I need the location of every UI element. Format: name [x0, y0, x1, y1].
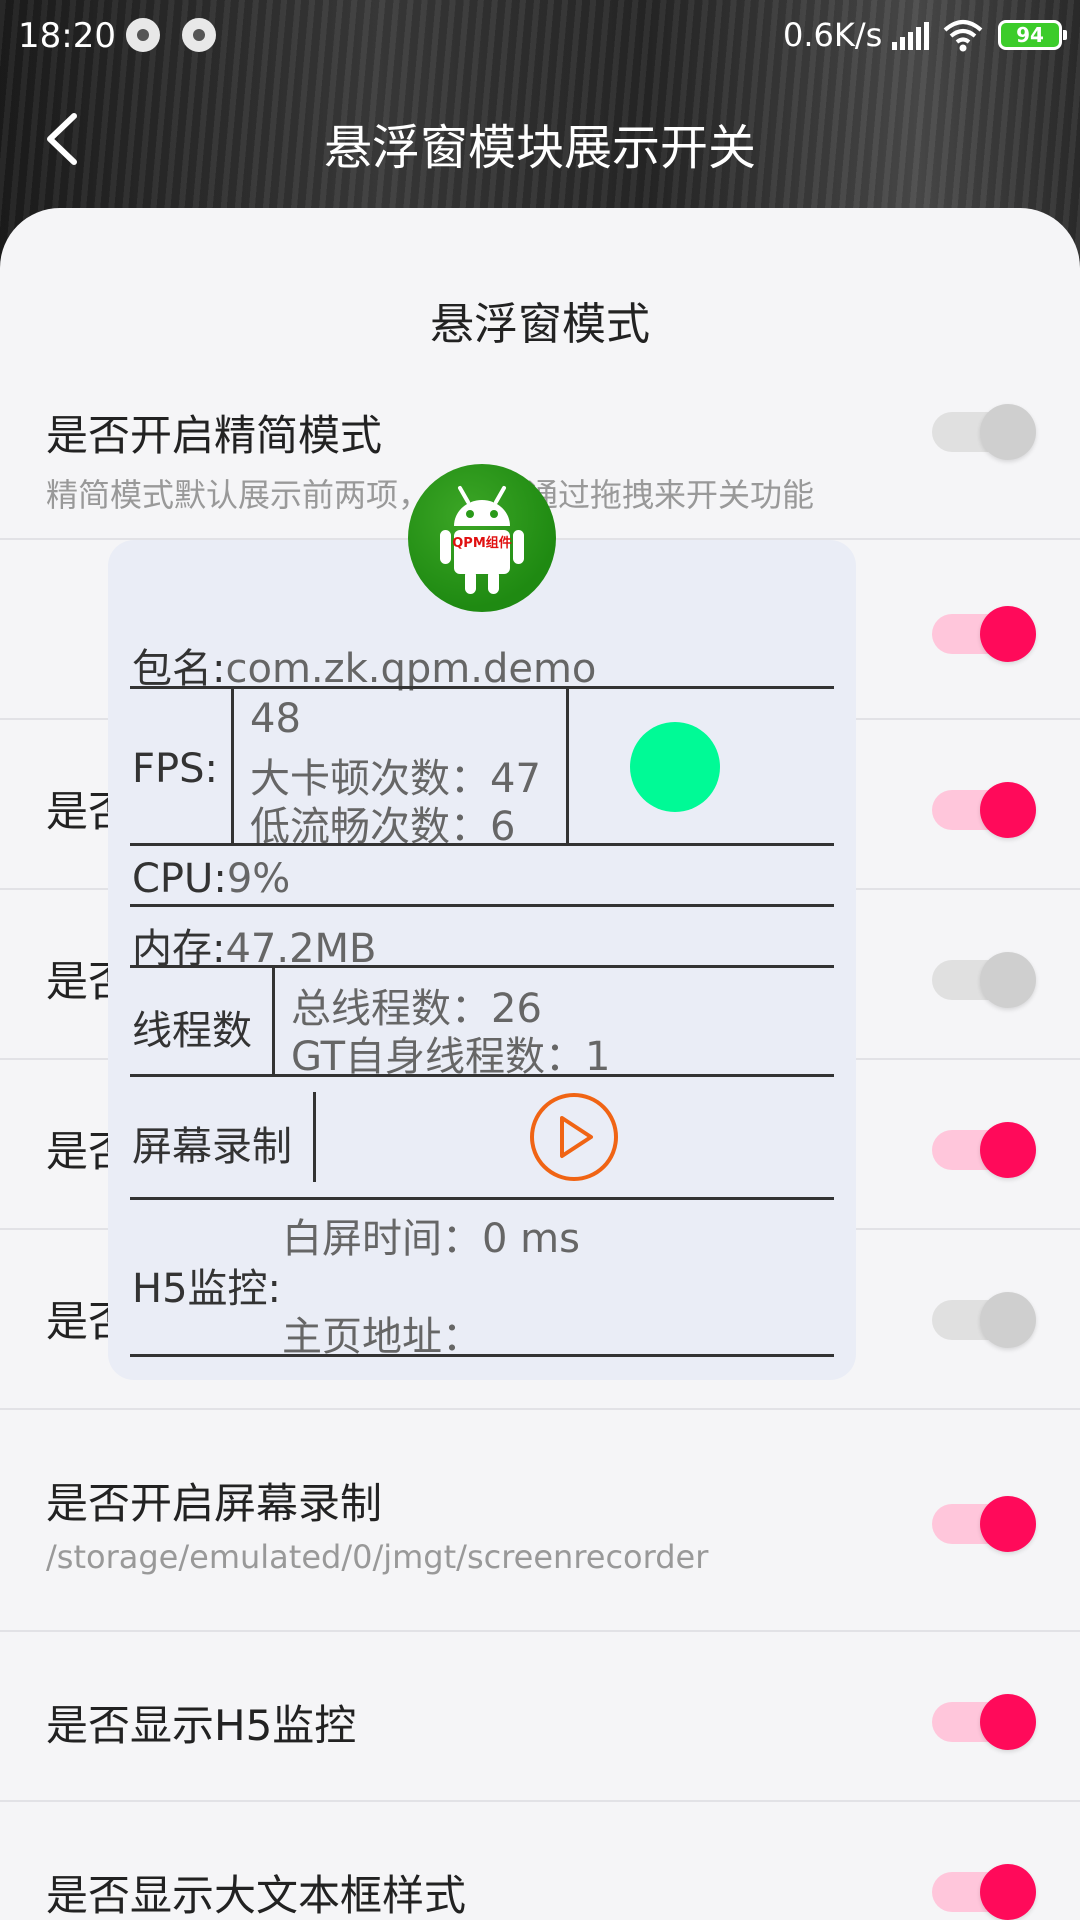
- toggle-thumb: [980, 404, 1036, 460]
- signal-icon: [892, 22, 929, 50]
- setting-row-screen-record[interactable]: 是否开启屏幕录制 /storage/emulated/0/jmgt/screen…: [0, 1410, 1080, 1632]
- android-logo-icon[interactable]: QPM组件: [408, 464, 556, 612]
- thread-label: 线程数: [132, 1008, 252, 1054]
- toggle-switch[interactable]: [932, 1488, 1036, 1552]
- wifi-icon: [943, 20, 983, 52]
- fps-status-indicator: [630, 722, 720, 812]
- divider: [231, 688, 234, 844]
- toggle-switch[interactable]: [932, 944, 1036, 1008]
- notification-icon: [126, 18, 160, 52]
- white-screen-value: 0 ms: [482, 1216, 580, 1262]
- toggle-thumb: [980, 782, 1036, 838]
- divider: [130, 843, 834, 846]
- setting-title: 是否显示大文本框样式: [46, 1871, 467, 1920]
- toggle-thumb: [980, 1292, 1036, 1348]
- status-time: 18:20: [18, 16, 116, 56]
- toggle-thumb: [980, 1496, 1036, 1552]
- divider: [272, 967, 275, 1075]
- divider: [130, 965, 834, 968]
- section-title: 悬浮窗模式: [430, 299, 650, 350]
- setting-row-large-text[interactable]: 是否显示大文本框样式: [0, 1802, 1080, 1920]
- toggle-switch[interactable]: [932, 598, 1036, 662]
- cpu-value: 9%: [226, 856, 291, 902]
- divider: [130, 904, 834, 907]
- toggle-switch[interactable]: [932, 1284, 1036, 1348]
- toggle-switch[interactable]: [932, 1856, 1036, 1920]
- toggle-thumb: [980, 952, 1036, 1008]
- cpu-label: CPU:: [132, 856, 227, 902]
- toggle-thumb: [980, 1122, 1036, 1178]
- fps-label: FPS:: [132, 746, 218, 792]
- toggle-thumb: [980, 1864, 1036, 1920]
- toggle-switch[interactable]: [932, 1686, 1036, 1750]
- status-bar: 18:20 0.6K/s 94: [0, 0, 1080, 72]
- page-title: 悬浮窗模块展示开关: [323, 120, 756, 176]
- divider: [566, 688, 569, 844]
- toggle-switch[interactable]: [932, 396, 1036, 460]
- white-screen-row: 白屏时间：0 ms: [282, 1206, 580, 1264]
- fps-value: 48: [250, 696, 301, 742]
- record-play-button[interactable]: [529, 1092, 619, 1182]
- battery-level: 94: [1016, 23, 1044, 47]
- setting-subtitle: /storage/emulated/0/jmgt/screenrecorder: [46, 1538, 709, 1576]
- setting-title: 是否开启屏幕录制: [46, 1479, 383, 1528]
- setting-title: 是否开启精简模式: [46, 411, 383, 460]
- setting-row-h5-monitor[interactable]: 是否显示H5监控: [0, 1632, 1080, 1802]
- divider: [130, 1197, 834, 1200]
- record-label: 屏幕录制: [132, 1124, 292, 1170]
- cpu-row: CPU:9%: [132, 856, 290, 902]
- network-speed: 0.6K/s: [783, 16, 883, 54]
- h5-label: H5监控:: [132, 1266, 282, 1312]
- divider: [130, 1074, 834, 1077]
- divider: [130, 1354, 834, 1357]
- divider: [130, 686, 834, 689]
- logo-text: QPM组件: [452, 536, 512, 551]
- toggle-switch[interactable]: [932, 1114, 1036, 1178]
- toggle-thumb: [980, 1694, 1036, 1750]
- divider: [313, 1092, 316, 1182]
- toggle-switch[interactable]: [932, 774, 1036, 838]
- notification-icon: [182, 18, 216, 52]
- battery-icon: 94: [998, 20, 1067, 50]
- setting-title: 是否显示H5监控: [46, 1701, 357, 1750]
- play-icon: [560, 1116, 593, 1158]
- white-screen-label: 白屏时间：: [282, 1216, 482, 1262]
- toggle-thumb: [980, 606, 1036, 662]
